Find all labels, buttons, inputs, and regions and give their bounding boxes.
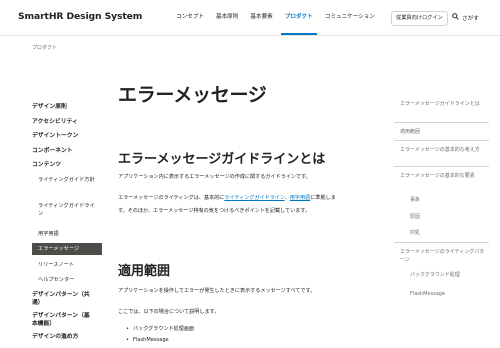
toc-item-action[interactable]: 対処 <box>410 229 420 237</box>
section1-text-c: に準拠しま <box>310 195 336 201</box>
main-content: エラーメッセージ エラーメッセージガイドラインとは アプリケーション内に表示する… <box>118 36 386 348</box>
employee-login-button[interactable]: 従業員向けログイン <box>391 11 448 26</box>
section2-paragraph-1: アプリケーションを操作してエラーが発生したときに表示するメッセージすべてです。 <box>118 288 316 294</box>
sidebar-sub-error-message[interactable]: エラーメッセージ <box>32 242 102 255</box>
section1-paragraph-3: す。そのほか、エラーメッセージ特有の気をつけるべきポイントを記載しています。 <box>118 208 310 214</box>
sidebar-item-design-principles[interactable]: デザイン原則 <box>32 100 102 115</box>
sidebar-item-patterns-basic[interactable]: デザインパターン（基本機能） <box>32 312 94 328</box>
section2-paragraph-2: ここでは、以下の場合について説明します。 <box>118 309 220 315</box>
site-header: SmartHR Design System コンセプト 基本原則 基本要素 プロ… <box>0 0 500 35</box>
sidebar-heading: プロダクト <box>32 45 58 51</box>
sidebar-sub-release-notes[interactable]: リリースノート <box>32 258 102 272</box>
toc-item-cause[interactable]: 原因 <box>410 213 420 221</box>
list-item: FlashMessage <box>126 335 194 346</box>
sidebar-item-design-process[interactable]: デザインの進め方 <box>32 330 102 345</box>
sidebar-sub-writing-policy[interactable]: ライティングガイド方針 <box>32 176 98 194</box>
sidebar-sub-terms[interactable]: 用字用語 <box>32 228 102 240</box>
page-title: エラーメッセージ <box>118 84 267 106</box>
section1-paragraph-2: エラーメッセージのライティングは、基本的にライティングガイドライン、用字用語に準… <box>118 194 336 201</box>
section-heading-scope: 適用範囲 <box>118 264 171 279</box>
sidebar-item-accessibility[interactable]: アクセシビリティ <box>32 115 102 130</box>
section1-text-a: エラーメッセージのライティングは、基本的に <box>118 195 225 201</box>
sidebar-item-patterns-common[interactable]: デザインパターン（共通） <box>32 291 94 307</box>
toc-item-event[interactable]: 事象 <box>410 196 420 204</box>
toc-item-flash-message[interactable]: FlashMessage <box>410 290 445 298</box>
toc-item-background-process[interactable]: バックグラウンド処理 <box>410 271 460 279</box>
section-heading-guideline: エラーメッセージガイドラインとは <box>118 152 326 167</box>
sidebar-nav: デザイン原則 アクセシビリティ デザイントークン コンポーネント コンテンツ ラ… <box>32 62 102 344</box>
sidebar-sub-writing-guideline[interactable]: ライティングガイドライン <box>32 202 98 220</box>
search-icon <box>452 13 459 22</box>
toc-item-basic-elements[interactable]: エラーメッセージの基本的な要素 <box>400 172 484 180</box>
toc-item-basic-thinking[interactable]: エラーメッセージの基本的な考え方 <box>400 146 484 154</box>
nav-principles[interactable]: 基本原則 <box>210 0 244 35</box>
toc-item-guideline[interactable]: エラーメッセージガイドラインとは <box>400 100 488 108</box>
nav-product[interactable]: プロダクト <box>279 0 319 35</box>
toc-divider <box>394 140 489 141</box>
sidebar-sub-help-center[interactable]: ヘルプセンター <box>32 274 102 286</box>
search-button[interactable]: さがす <box>452 11 479 24</box>
toc-divider <box>394 122 489 123</box>
toc-item-writing-patterns[interactable]: エラーメッセージのライティングパターン <box>400 248 488 264</box>
list-item: バックグラウンド処理画面 <box>126 324 194 335</box>
toc-item-scope[interactable]: 適用範囲 <box>400 128 420 136</box>
toc-divider <box>394 166 489 167</box>
scope-list: バックグラウンド処理画面 FlashMessage <box>126 324 194 346</box>
section1-paragraph-1: アプリケーション内に表示するエラーメッセージの作成に関するガイドラインです。 <box>118 174 311 180</box>
nav-concept[interactable]: コンセプト <box>170 0 210 35</box>
terms-link[interactable]: 用字用語 <box>290 195 310 201</box>
global-nav: コンセプト 基本原則 基本要素 プロダクト コミュニケーション <box>170 0 381 35</box>
sidebar-item-contents[interactable]: コンテンツ <box>32 158 102 173</box>
search-label: さがす <box>462 15 479 22</box>
site-logo[interactable]: SmartHR Design System <box>18 11 142 22</box>
sidebar-item-components[interactable]: コンポーネント <box>32 144 102 159</box>
toc-divider <box>394 242 489 243</box>
writing-guideline-link[interactable]: ライティングガイドライン <box>224 195 284 201</box>
nav-communication[interactable]: コミュニケーション <box>319 0 381 35</box>
sidebar-item-design-tokens[interactable]: デザイントークン <box>32 129 102 144</box>
nav-basics[interactable]: 基本要素 <box>244 0 278 35</box>
